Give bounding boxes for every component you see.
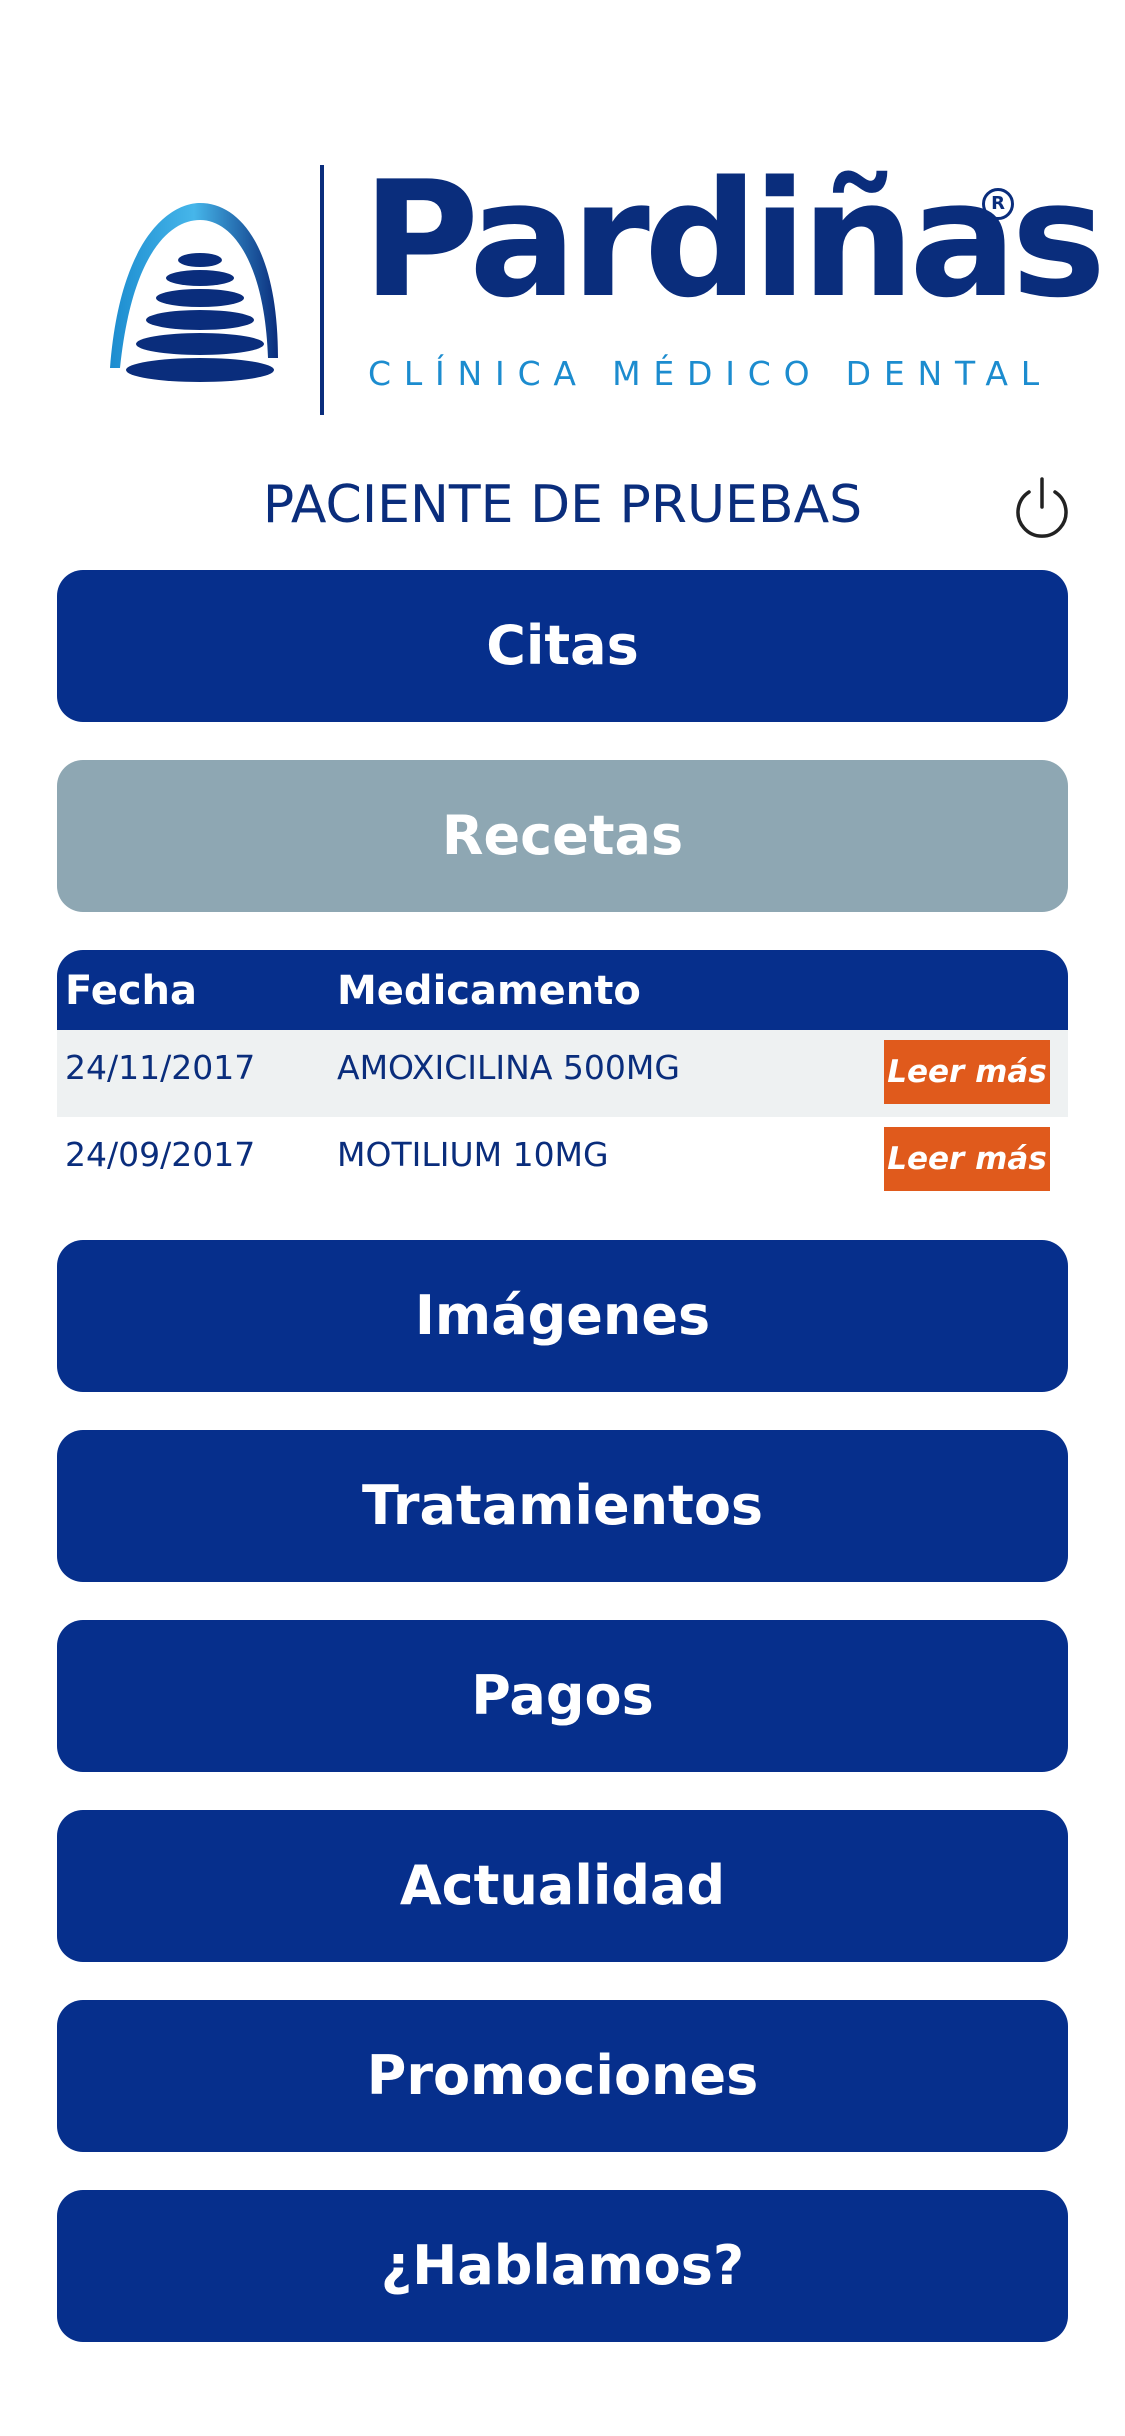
prescription-medication: AMOXICILINA 500MG <box>337 1048 680 1087</box>
column-header-medication: Medicamento <box>337 968 641 1014</box>
pagos-button[interactable]: Pagos <box>57 1620 1068 1772</box>
registered-mark: R <box>982 188 1014 220</box>
promociones-button[interactable]: Promociones <box>57 2000 1068 2152</box>
prescription-date: 24/11/2017 <box>65 1048 256 1087</box>
patient-name: PACIENTE DE PRUEBAS <box>262 475 863 535</box>
brand-tagline: CLÍNICA MÉDICO DENTAL <box>368 354 1052 393</box>
prescription-medication: MOTILIUM 10MG <box>337 1135 609 1174</box>
clinic-logo: Pardiñas R CLÍNICA MÉDICO DENTAL <box>100 160 1106 420</box>
brand-name: Pardiñas <box>362 146 1106 333</box>
tratamientos-button[interactable]: Tratamientos <box>57 1430 1068 1582</box>
hablamos-button[interactable]: ¿Hablamos? <box>57 2190 1068 2342</box>
table-row: 24/11/2017 AMOXICILINA 500MG Leer más <box>57 1030 1068 1117</box>
prescription-date: 24/09/2017 <box>65 1135 256 1174</box>
recetas-button[interactable]: Recetas <box>57 760 1068 912</box>
table-header: Fecha Medicamento <box>57 950 1068 1030</box>
prescriptions-table: Fecha Medicamento 24/11/2017 AMOXICILINA… <box>57 950 1068 1204</box>
citas-button[interactable]: Citas <box>57 570 1068 722</box>
read-more-button[interactable]: Leer más <box>884 1127 1050 1191</box>
stacked-stones-logo-icon <box>110 203 278 382</box>
actualidad-button[interactable]: Actualidad <box>57 1810 1068 1962</box>
imagenes-button[interactable]: Imágenes <box>57 1240 1068 1392</box>
column-header-date: Fecha <box>65 968 198 1014</box>
logo-divider <box>320 165 324 415</box>
table-row: 24/09/2017 MOTILIUM 10MG Leer más <box>57 1117 1068 1204</box>
power-icon[interactable] <box>1012 475 1072 539</box>
read-more-button[interactable]: Leer más <box>884 1040 1050 1104</box>
